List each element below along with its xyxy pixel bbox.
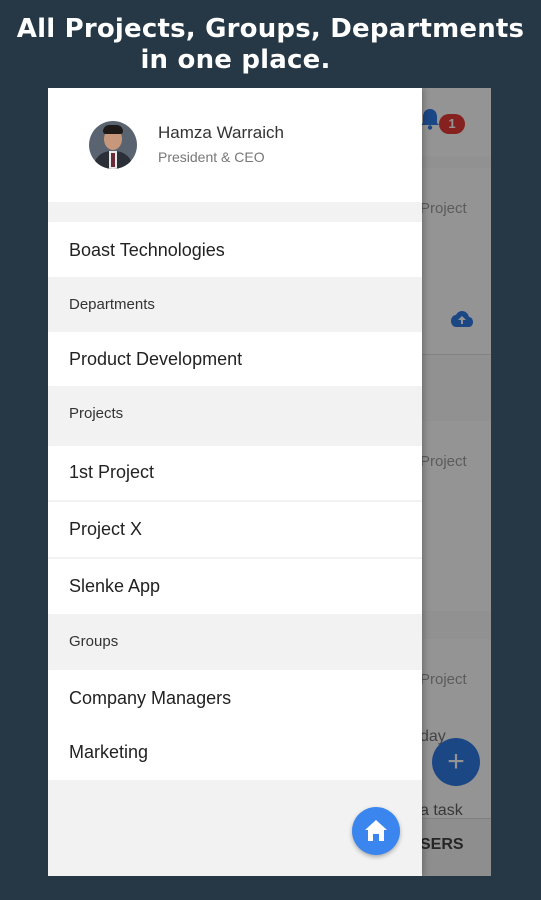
home-button[interactable] xyxy=(352,807,400,855)
company-item[interactable]: Boast Technologies xyxy=(48,222,422,277)
group-item[interactable]: Company Managers xyxy=(48,670,422,725)
navigation-drawer: Hamza Warraich President & CEO Boast Tec… xyxy=(48,88,422,876)
headline-line-1: All Projects, Groups, Departments xyxy=(16,14,525,44)
user-name: Hamza Warraich xyxy=(158,123,284,142)
headline-line-2: in one place. xyxy=(140,45,331,75)
group-item[interactable]: Marketing xyxy=(48,725,422,780)
section-header-departments: Departments xyxy=(48,277,422,331)
project-label: 1st Project xyxy=(69,462,155,482)
project-item[interactable]: Slenke App xyxy=(48,559,422,614)
phone-screen: 1 Project Project Project day a task SER… xyxy=(48,88,491,876)
group-label: Marketing xyxy=(69,742,149,762)
section-label: Projects xyxy=(69,405,124,422)
company-label: Boast Technologies xyxy=(69,240,225,260)
section-label: Groups xyxy=(69,633,119,650)
project-label: Project X xyxy=(69,519,143,539)
profile-header[interactable]: Hamza Warraich President & CEO xyxy=(48,88,422,202)
avatar[interactable] xyxy=(89,121,137,169)
group-label: Company Managers xyxy=(69,688,232,708)
section-header-projects: Projects xyxy=(48,386,422,443)
section-header-groups: Groups xyxy=(48,614,422,670)
promo-headline: All Projects, Groups, Departments in one… xyxy=(0,14,541,76)
section-label: Departments xyxy=(69,296,155,313)
project-item[interactable]: 1st Project xyxy=(48,446,422,500)
home-icon xyxy=(365,820,387,841)
project-item[interactable]: Project X xyxy=(48,502,422,557)
department-item[interactable]: Product Development xyxy=(48,332,422,386)
project-label: Slenke App xyxy=(69,576,161,596)
user-title: President & CEO xyxy=(158,149,265,165)
department-label: Product Development xyxy=(69,349,243,369)
